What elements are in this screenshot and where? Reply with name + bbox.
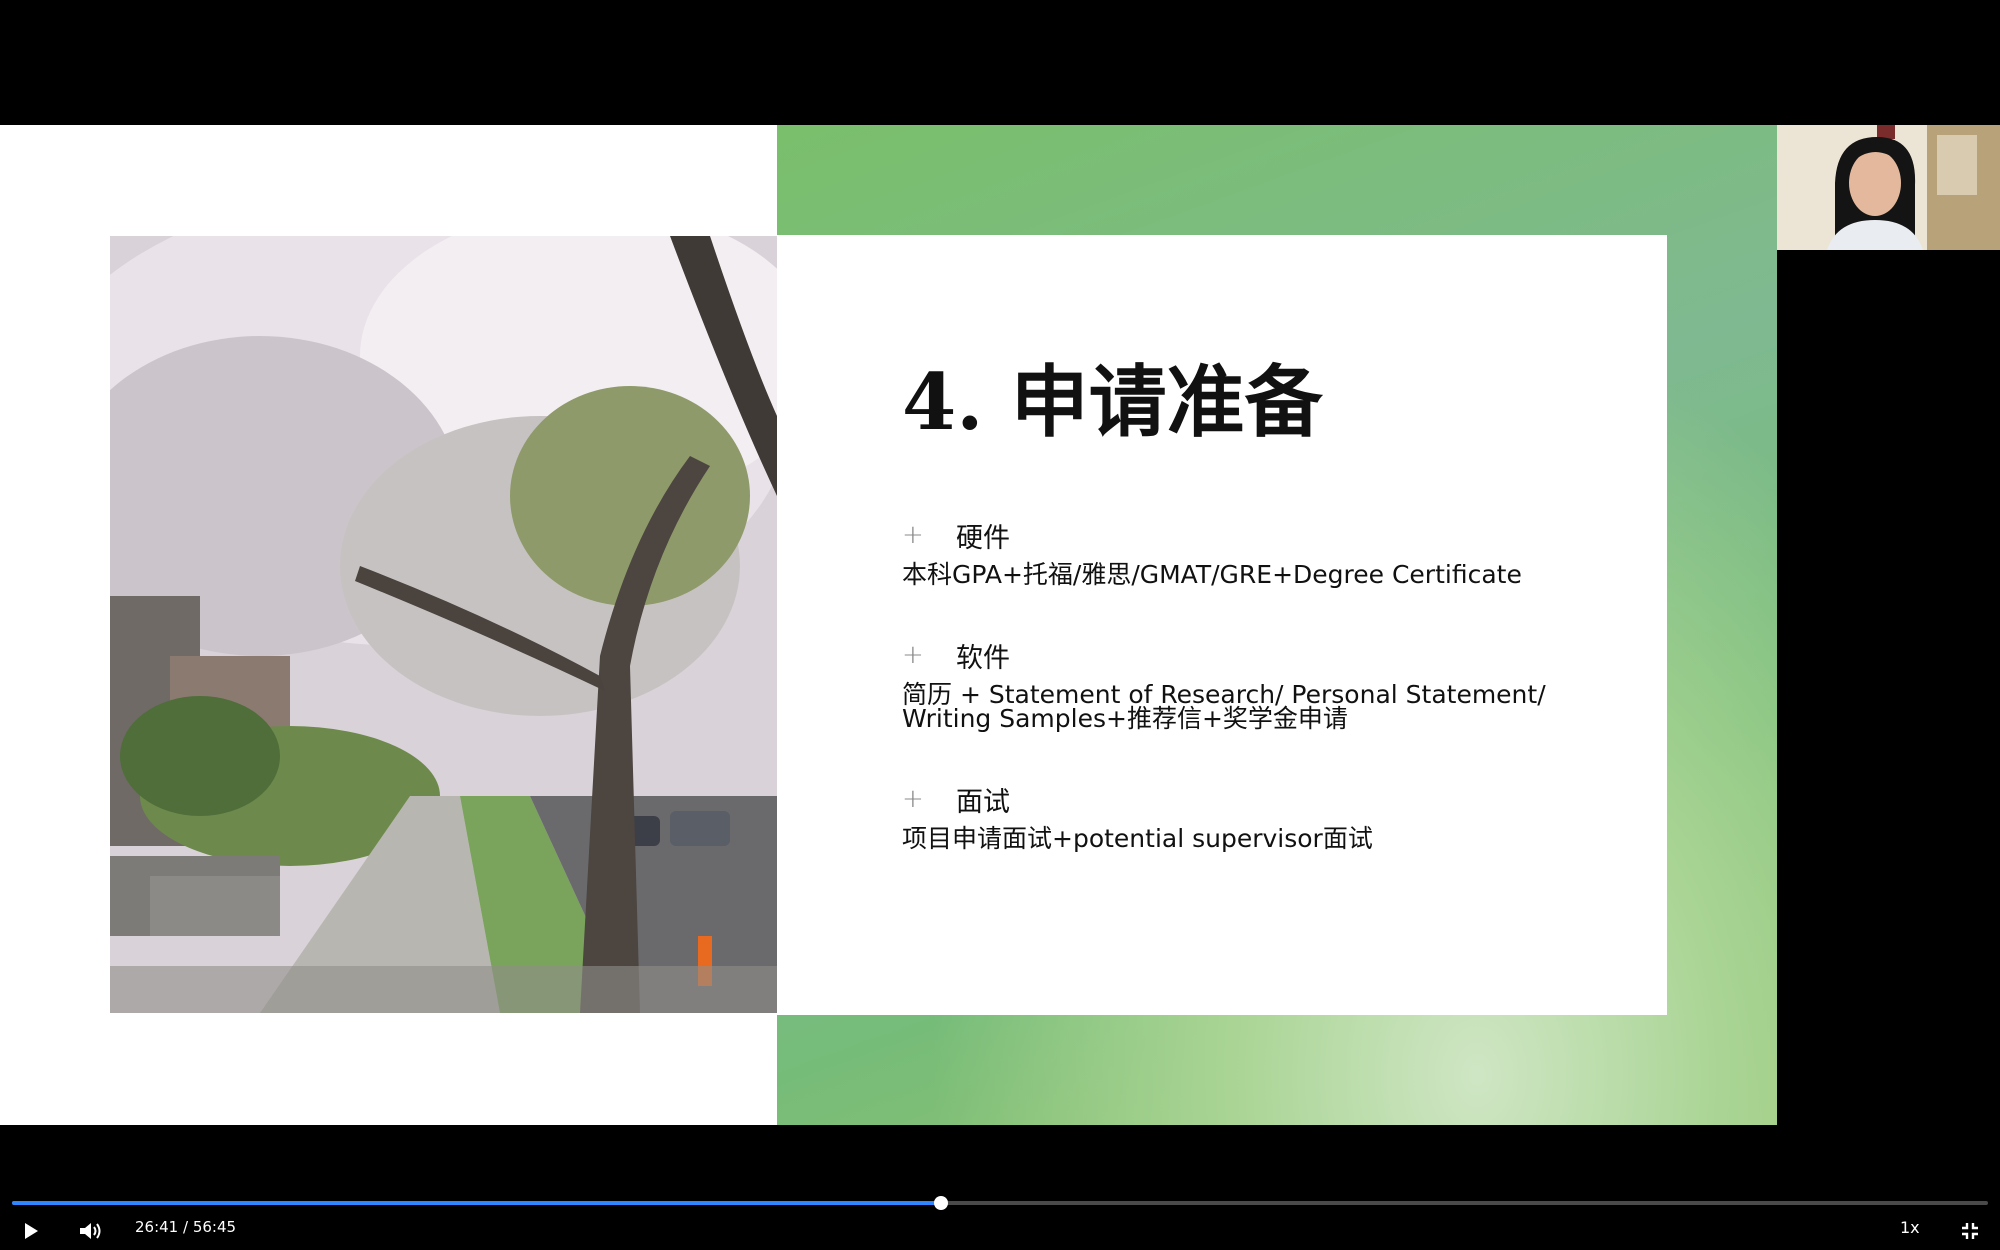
plus-bullet-icon: +	[902, 784, 924, 814]
presenter-webcam-video	[1777, 125, 2000, 250]
content-card: 4. 申请准备 + 硬件 本科GPA+托福/雅思/GMAT/GRE+Degree…	[777, 235, 1667, 1015]
section-body: 项目申请面试+potential supervisor面试	[902, 824, 1373, 853]
plus-bullet-icon: +	[902, 520, 924, 550]
exit-fullscreen-button[interactable]	[1956, 1218, 1984, 1244]
progress-handle[interactable]	[933, 1196, 948, 1210]
section-software: + 软件 简历 + Statement of Research/ Persona…	[902, 635, 1642, 731]
video-progress-bar[interactable]	[12, 1196, 1988, 1210]
section-title: 面试	[956, 786, 1010, 818]
playback-speed-button[interactable]: 1x	[1900, 1218, 1920, 1237]
speaker-icon	[80, 1223, 101, 1239]
section-body: 本科GPA+托福/雅思/GMAT/GRE+Degree Certificate	[902, 560, 1522, 589]
section-title: 硬件	[956, 522, 1010, 554]
video-controls: 26:41 / 56:45 1x	[0, 1212, 2000, 1250]
total-time: 56:45	[192, 1218, 237, 1236]
cherry-blossom-street-photo	[110, 236, 777, 1013]
section-hardware: + 硬件 本科GPA+托福/雅思/GMAT/GRE+Degree Certifi…	[902, 515, 1642, 587]
presentation-slide: 4. 申请准备 + 硬件 本科GPA+托福/雅思/GMAT/GRE+Degree…	[0, 125, 1777, 1125]
section-title: 软件	[956, 642, 1010, 674]
section-interview: + 面试 项目申请面试+potential supervisor面试	[902, 779, 1642, 851]
play-icon	[25, 1223, 38, 1239]
current-time: 26:41	[135, 1218, 179, 1236]
time-separator: /	[178, 1218, 193, 1236]
exit-fullscreen-icon	[1962, 1223, 1978, 1239]
play-button[interactable]	[18, 1218, 44, 1244]
progress-fill	[12, 1201, 941, 1205]
plus-bullet-icon: +	[902, 640, 924, 670]
volume-button[interactable]	[76, 1218, 106, 1244]
section-body: 简历 + Statement of Research/ Personal Sta…	[902, 682, 1642, 733]
playback-time: 26:41 / 56:45	[135, 1218, 236, 1236]
slide-title: 4. 申请准备	[902, 357, 1323, 448]
section-body-line: Writing Samples+推荐信+奖学金申请	[902, 704, 1348, 733]
